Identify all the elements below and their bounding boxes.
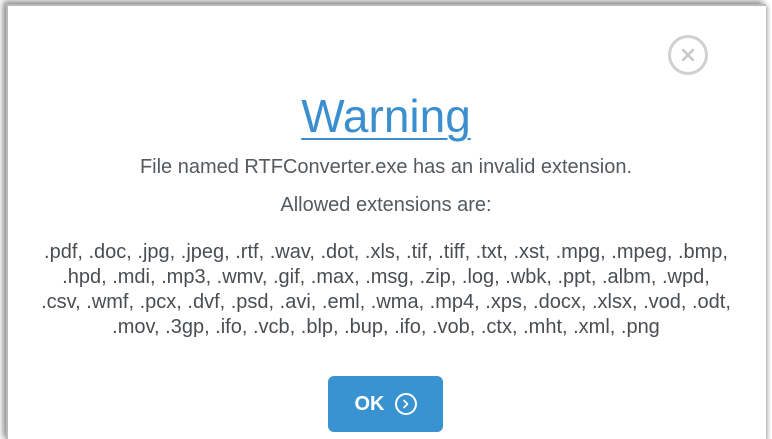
close-button[interactable]: [668, 35, 708, 75]
allowed-extensions-label: Allowed extensions are:: [280, 194, 492, 216]
ok-button-label: OK: [354, 392, 385, 415]
warning-dialog: [6, 4, 766, 439]
chevron-right-circle-icon: [394, 393, 417, 415]
dialog-title: Warning: [301, 90, 471, 142]
allowed-extensions-list: .pdf, .doc, .jpg, .jpeg, .rtf, .wav, .do…: [41, 241, 731, 338]
ok-button[interactable]: OK: [328, 376, 443, 432]
error-message: File named RTFConverter.exe has an inval…: [139, 156, 633, 178]
screen: Warning File named RTFConverter.exe has …: [0, 0, 772, 439]
close-icon: [681, 48, 695, 62]
